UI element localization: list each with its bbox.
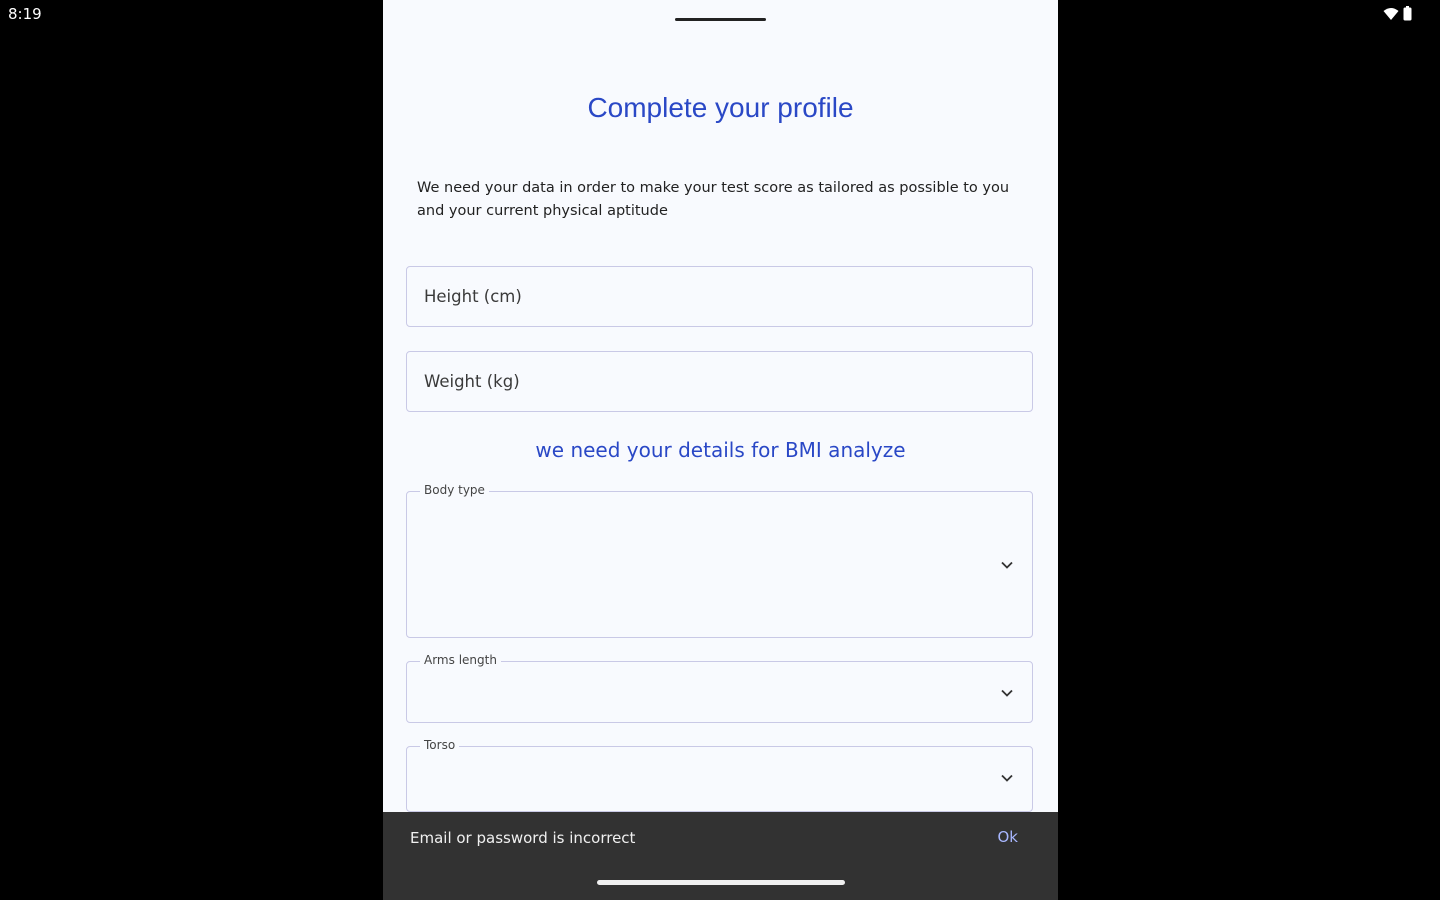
snackbar-message: Email or password is incorrect (410, 829, 636, 847)
weight-field-container (406, 351, 1033, 412)
bmi-note: we need your details for BMI analyze (535, 438, 906, 462)
drag-handle[interactable] (675, 18, 766, 21)
arms-length-label: Arms length (420, 653, 501, 667)
status-icons (1383, 6, 1412, 21)
snackbar: Email or password is incorrect Ok (383, 812, 1058, 900)
chevron-down-icon (1001, 561, 1013, 569)
weight-field[interactable] (407, 352, 1032, 411)
height-field[interactable] (407, 267, 1032, 326)
chevron-down-icon (1001, 689, 1013, 697)
arms-length-dropdown[interactable]: Arms length (406, 653, 1033, 723)
battery-icon (1403, 6, 1412, 21)
body-type-dropdown[interactable]: Body type (406, 483, 1033, 638)
home-indicator[interactable] (597, 880, 845, 885)
profile-sheet: Complete your profile We need your data … (383, 0, 1058, 900)
page-title: Complete your profile (587, 92, 854, 123)
height-field-container (406, 266, 1033, 327)
chevron-down-icon (1001, 774, 1013, 782)
snackbar-ok-button[interactable]: Ok (998, 828, 1019, 846)
wifi-icon (1383, 7, 1399, 20)
profile-description: We need your data in order to make your … (417, 180, 1010, 219)
body-type-label: Body type (420, 483, 489, 497)
status-time: 8:19 (8, 5, 42, 23)
torso-dropdown[interactable]: Torso (406, 738, 1033, 812)
torso-label: Torso (420, 738, 460, 752)
